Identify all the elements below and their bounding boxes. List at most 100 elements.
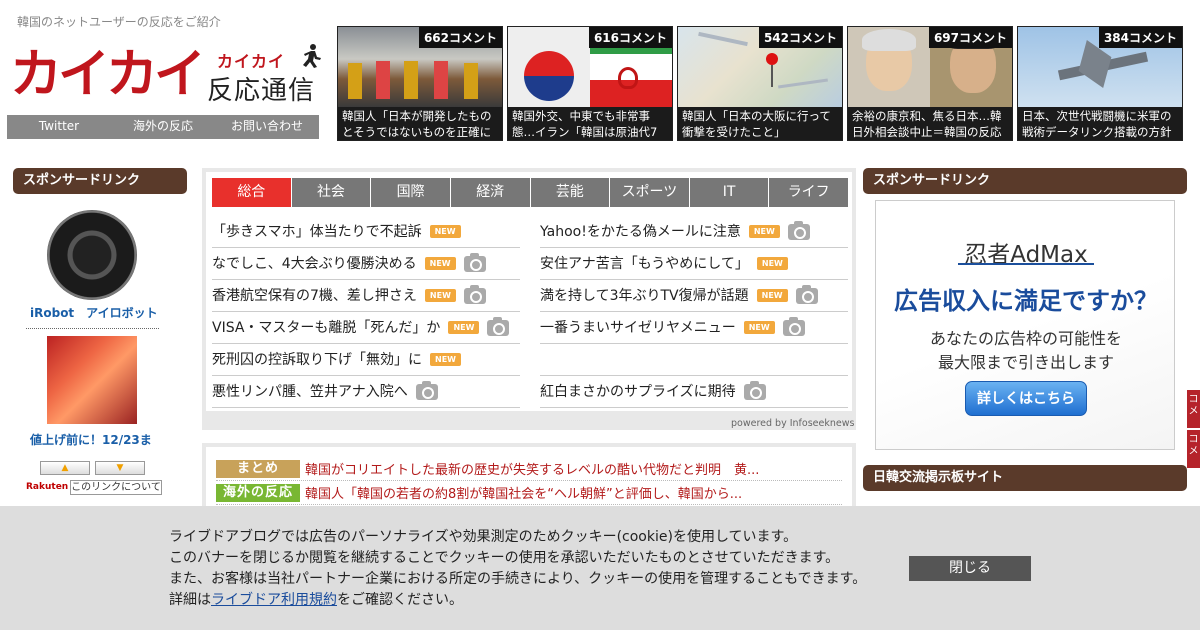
news-item[interactable]: 安住アナ苦言「もうやめにして」 NEW [540,248,848,280]
matome-link[interactable]: 韓国がコリエイトした最新の歴史が失笑するレベルの酷い代物だと判明 黄... [305,459,759,478]
thumb-article-1[interactable]: 662コメント 韓国人「日本が開発したものとそうではないものを正確に [337,26,503,141]
ad-details-button[interactable]: 詳しくはこちら [965,381,1087,416]
tab-economy[interactable]: 経済 [450,178,531,207]
admax-ad[interactable]: 忍者AdMax 広告収入に満足ですか？ あなたの広告枠の可能性を 最大限まで引き… [875,200,1175,450]
thumb-caption: 日本、次世代戦闘機に米軍の戦術データリンク搭載の方針 [1018,107,1182,140]
right-sidebar: スポンサードリンク [863,168,1187,194]
cookie-close-button[interactable]: 閉じる [909,556,1031,581]
new-badge: NEW [448,321,480,334]
product-image-crab[interactable] [47,336,137,424]
cookie-banner-text: ライブドアブログでは広告のパーソナライズや効果測定のためクッキー(cookie)… [169,527,866,611]
product-link-crab[interactable]: 値上げ前に！12/23ま [30,431,152,448]
comment-count: 384コメント [1098,27,1182,48]
logo-small-text: カイカイ [217,52,286,71]
ad-line-1: あなたの広告枠の可能性を [929,329,1122,348]
camera-icon [463,284,486,304]
right-sidebar-header: スポンサードリンク [863,168,1187,194]
news-item[interactable]: 香港航空保有の7機、差し押さえ NEW [212,280,520,312]
left-sidebar: スポンサードリンク [13,168,187,194]
arrow-down-icon: ▼ [116,463,124,473]
news-title[interactable]: 「歩きスマホ」体当たりで不起訴 [212,216,422,248]
camera-icon [415,380,438,400]
thumb-caption: 余裕の康京和、焦る日本…韓日外相会談中止＝韓国の反応 [848,107,1012,140]
tab-society[interactable]: 社会 [291,178,372,207]
news-item[interactable]: Yahoo!をかたる偽メールに注意 NEW [540,216,848,248]
comment-count: 662コメント [418,27,502,48]
news-item[interactable]: 紅白まさかのサプライズに期待 [540,376,848,408]
thumb-article-2[interactable]: 616コメント 韓国外交、中東でも非常事態…イラン「韓国は原油代7 [507,26,673,141]
left-sidebar-header: スポンサードリンク [13,168,187,194]
matome-tag: まとめ [216,459,300,478]
news-item[interactable]: VISA・マスターも離脱「死んだ」か NEW [212,312,520,344]
thumb-article-3[interactable]: 542コメント 韓国人「日本の大阪に行って衝撃を受けたこと」 [677,26,843,141]
news-item[interactable]: なでしこ、4大会ぶり優勝決める NEW [212,248,520,280]
site-logo[interactable]: カイカイ カイカイ 反応通信 [10,44,321,106]
matome-tag: 海外の反応 [216,483,300,502]
news-title[interactable]: 安住アナ苦言「もうやめにして」 [540,248,749,280]
camera-icon [787,220,810,240]
new-badge: NEW [424,289,456,302]
new-badge: NEW [756,289,788,302]
news-title[interactable]: 満を持して3年ぶりTV復帰が話題 [540,280,749,312]
ad-brand-underline [958,263,1094,265]
matome-link[interactable]: 韓国人「韓国の若者の約8割が韓国社会を“ヘル朝鮮”と評価し、韓国から... [305,483,742,502]
section-header-wrap: 日韓交流掲示板サイト [863,465,1187,491]
matome-item[interactable]: 海外の反応 韓国人「韓国の若者の約8割が韓国社会を“ヘル朝鮮”と評価し、韓国から… [216,481,842,505]
news-title[interactable]: 紅白まさかのサプライズに期待 [540,376,736,408]
side-comment-tab-2[interactable]: コメ [1187,430,1200,468]
camera-icon [463,252,486,272]
divider [26,328,159,329]
tab-it[interactable]: IT [689,178,770,207]
news-item[interactable]: 一番うまいサイゼリヤメニュー NEW [540,312,848,344]
tab-sports[interactable]: スポーツ [610,178,690,207]
product-image-robot[interactable] [47,210,137,300]
news-item [540,344,848,376]
news-title[interactable]: 香港航空保有の7機、差し押さえ [212,280,417,312]
ad-headline: 広告収入に満足ですか？ [894,287,1158,315]
product-link-robot[interactable]: iRobot アイロボット [30,304,158,321]
cookie-line-3: また、お客様は当社パートナー企業における所定の手続きにより、クッキーの使用を管理… [169,571,867,587]
prev-button[interactable]: ▲ [40,461,90,475]
side-comment-tab-1[interactable]: コメ [1187,390,1200,428]
tab-entertainment[interactable]: 芸能 [530,178,611,207]
news-item[interactable]: 死刑囚の控訴取り下げ「無効」に NEW [212,344,520,376]
cookie-line-4: 詳細はライブドア利用規約をご確認ください。 [169,590,866,611]
news-title[interactable]: 悪性リンパ腫、笠井アナ入院へ [212,376,408,408]
news-item[interactable]: 「歩きスマホ」体当たりで不起訴 NEW [212,216,520,248]
news-list-right: Yahoo!をかたる偽メールに注意 NEW 安住アナ苦言「もうやめにして」 NEW 満を… [540,216,848,408]
news-item[interactable]: 満を持して3年ぶりTV復帰が話題 NEW [540,280,848,312]
news-title[interactable]: 死刑囚の控訴取り下げ「無効」に [212,344,422,376]
arrow-up-icon: ▲ [61,463,69,473]
nav-twitter[interactable]: Twitter [7,115,111,139]
cookie-line-4-suffix: をご確認ください。 [337,592,463,608]
rakuten-logo: Rakuten [26,482,69,492]
terms-link[interactable]: ライブドア利用規約 [211,592,337,608]
nav-overseas-reaction[interactable]: 海外の反応 [111,115,215,139]
ad-line-2: 最大限まで引き出します [937,353,1114,372]
cookie-line-1: ライブドアブログでは広告のパーソナライズや効果測定のためクッキー(cookie)… [169,529,798,545]
news-title[interactable]: 一番うまいサイゼリヤメニュー [540,312,736,344]
about-link-button[interactable]: このリンクについて [70,480,162,495]
tab-life[interactable]: ライフ [769,178,848,207]
news-title[interactable]: なでしこ、4大会ぶり優勝決める [212,248,417,280]
tab-international[interactable]: 国際 [371,178,451,207]
thumb-article-4[interactable]: 697コメント 余裕の康京和、焦る日本…韓日外相会談中止＝韓国の反応 [847,26,1013,141]
camera-icon [743,380,766,400]
camera-icon [795,284,818,304]
thumb-caption: 韓国人「日本の大阪に行って衝撃を受けたこと」 [678,107,842,140]
comment-count: 616コメント [588,27,672,48]
news-title[interactable]: VISA・マスターも離脱「死んだ」か [212,312,440,344]
next-button[interactable]: ▼ [95,461,145,475]
thumb-caption: 韓国人「日本が開発したものとそうではないものを正確に [338,107,502,140]
news-title[interactable]: Yahoo!をかたる偽メールに注意 [540,216,741,248]
powered-by: powered by Infoseeknews [731,418,855,429]
section-header-korea-japan: 日韓交流掲示板サイト [863,465,1187,491]
tab-general[interactable]: 総合 [212,178,292,207]
nav-contact[interactable]: お問い合わせ [215,115,319,139]
thumb-article-5[interactable]: 384コメント 日本、次世代戦闘機に米軍の戦術データリンク搭載の方針 [1017,26,1183,141]
logo-sub-text: 反応通信 [207,76,316,106]
news-item[interactable]: 悪性リンパ腫、笠井アナ入院へ [212,376,520,408]
new-badge: NEW [430,353,461,366]
matome-item[interactable]: まとめ 韓国がコリエイトした最新の歴史が失笑するレベルの酷い代物だと判明 黄..… [216,457,842,481]
new-badge: NEW [748,225,780,238]
